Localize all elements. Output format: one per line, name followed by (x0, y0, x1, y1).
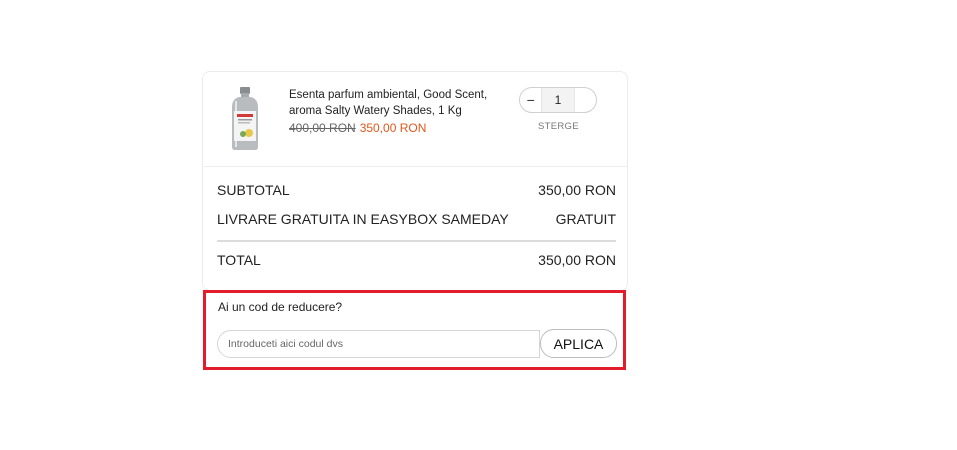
sale-price: 350,00 RON (359, 121, 427, 135)
discount-question: Ai un cod de reducere? (218, 300, 343, 314)
product-image[interactable] (229, 87, 261, 151)
cart-item: Esenta parfum ambiental, Good Scent, aro… (203, 72, 627, 167)
total-divider (217, 240, 616, 242)
subtotal-label: SUBTOTAL (217, 182, 290, 198)
increase-quantity-button[interactable] (575, 88, 596, 112)
discount-code-section: Ai un cod de reducere? APLICA (203, 290, 626, 370)
old-price: 400,00 RON (289, 121, 356, 135)
decrease-quantity-button[interactable]: − (520, 88, 541, 112)
apply-discount-button[interactable]: APLICA (540, 329, 617, 358)
shipping-label: LIVRARE GRATUITA IN EASYBOX SAMEDAY (217, 211, 509, 227)
subtotal-value: 350,00 RON (538, 182, 616, 198)
subtotal-row: SUBTOTAL 350,00 RON (217, 182, 616, 198)
quantity-value[interactable]: 1 (541, 88, 575, 112)
total-row: TOTAL 350,00 RON (217, 252, 616, 268)
shipping-row: LIVRARE GRATUITA IN EASYBOX SAMEDAY GRAT… (217, 211, 616, 227)
discount-code-input[interactable] (217, 330, 540, 358)
product-prices: 400,00 RON 350,00 RON (289, 121, 426, 135)
remove-item-link[interactable]: STERGE (538, 121, 579, 132)
total-value: 350,00 RON (538, 252, 616, 268)
shipping-value: GRATUIT (555, 211, 616, 227)
total-label: TOTAL (217, 252, 261, 268)
quantity-stepper: − 1 (519, 87, 597, 113)
product-name[interactable]: Esenta parfum ambiental, Good Scent, aro… (289, 87, 494, 119)
cart-summary: Esenta parfum ambiental, Good Scent, aro… (202, 71, 628, 291)
